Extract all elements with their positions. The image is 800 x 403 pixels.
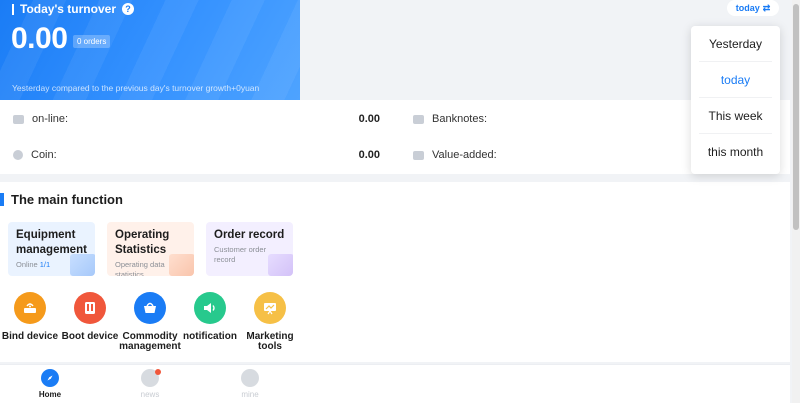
stat-banknotes: Banknotes: [413,113,487,125]
tool-label: Commodity management [119,331,181,352]
tool-label: Marketing tools [246,331,294,352]
user-icon [241,369,259,387]
chart-board-icon [254,292,286,324]
turnover-title: Today's turnover [20,2,116,16]
stat-banknotes-label: Banknotes: [432,113,488,125]
section-title: The main function [0,192,123,207]
stat-value-added: Value-added: [413,149,497,161]
card-subtitle-prefix: Online [16,260,40,269]
stat-coin-value: 0.00 [358,149,380,161]
turnover-comparison-note: Yesterday compared to the previous day's… [12,83,260,93]
period-option-yesterday[interactable]: Yesterday [699,26,772,62]
period-dropdown-menu: Yesterday today This week this month [691,26,780,174]
tool-label: notification [183,331,237,342]
title-accent-bar [12,3,14,15]
stat-coin-label: Coin: [31,149,57,161]
order-record-card[interactable]: Order record Customer order record [206,222,293,276]
equipment-management-card[interactable]: Equipment management Online 1/1 [8,222,95,276]
machine-icon [74,292,106,324]
turnover-amount: 0.00 [11,22,68,55]
nav-label: news [140,390,160,399]
orders-badge: 0 orders [73,35,111,48]
card-title: Order record [214,229,285,241]
router-icon [14,292,46,324]
period-switch-label: today [735,3,760,13]
scrollbar-thumb[interactable] [793,4,799,230]
online-count: 1/1 [39,260,51,269]
turnover-title-row: Today's turnover ? [12,2,134,16]
help-icon[interactable]: ? [121,3,134,15]
online-icon [13,114,24,124]
app-root: Today's turnover ? 0.00 0 orders Yesterd… [0,0,800,403]
period-switch-button[interactable]: today ⇄ [727,0,779,16]
tool-label: Boot device [61,331,119,342]
operating-statistics-card[interactable]: Operating Statistics Operating data stat… [107,222,194,276]
stat-coin: Coin: [13,149,57,161]
period-option-today[interactable]: today [699,62,772,98]
nav-item-mine[interactable]: mine [225,369,275,399]
turnover-card: Today's turnover ? 0.00 0 orders Yesterd… [0,0,300,100]
stat-value-added-label: Value-added: [432,149,497,161]
period-option-this-month[interactable]: this month [699,134,772,170]
tool-commodity-management[interactable]: Commodity management [119,292,181,352]
period-option-this-week[interactable]: This week [699,98,772,134]
stat-online-value: 0.00 [358,113,380,125]
nav-label: Home [38,390,62,399]
tool-notification[interactable]: notification [179,292,241,342]
unread-dot [155,369,161,375]
tool-bind-device[interactable]: Bind device [0,292,61,342]
tool-boot-device[interactable]: Boot device [59,292,121,342]
vertical-scrollbar[interactable] [792,0,800,403]
coin-icon [13,150,23,160]
banknote-icon [413,114,424,124]
order-illustration-icon [268,254,293,276]
bottom-nav: Home news mine [0,364,790,403]
tool-marketing-tools[interactable]: Marketing tools [239,292,301,352]
compass-icon [41,369,59,387]
device-illustration-icon [70,254,95,276]
statistics-illustration-icon [169,254,194,276]
nav-item-home[interactable]: Home [25,369,75,399]
section-title-text: The main function [11,192,123,207]
stats-panel: on-line: 0.00 Banknotes: Coin: 0.00 Valu… [0,100,790,174]
value-added-icon [413,150,424,160]
main-function-section: The main function Equipment management O… [0,182,790,362]
section-title-mark [0,193,4,206]
stat-online: on-line: [13,113,68,125]
nav-label: mine [241,390,259,399]
tool-grid: Bind device Boot device Commodity manage… [0,292,300,362]
nav-item-news[interactable]: news [125,369,175,399]
speaker-icon [194,292,226,324]
swap-icon: ⇄ [762,2,771,13]
tool-label: Bind device [1,331,59,342]
basket-icon [134,292,166,324]
stat-online-label: on-line: [32,113,69,125]
